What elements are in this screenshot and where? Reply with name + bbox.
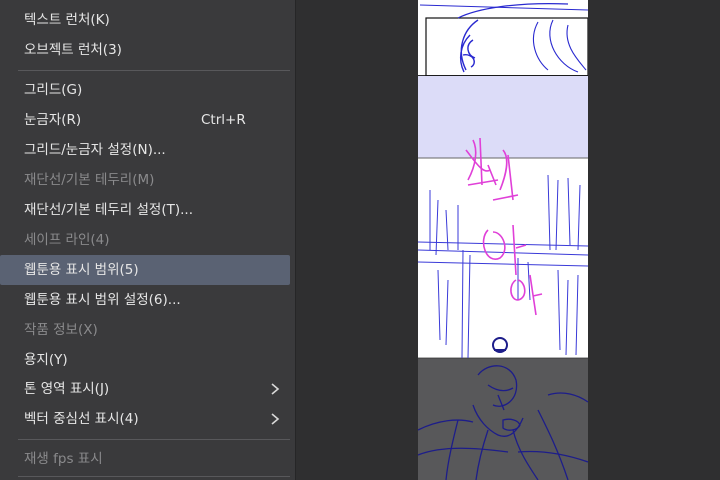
menu-item-label: 작품 정보(X)	[24, 322, 98, 338]
menu-item-label: 그리드/눈금자 설정(N)...	[24, 142, 166, 158]
menu-item-grid-ruler-settings[interactable]: 그리드/눈금자 설정(N)...	[0, 135, 290, 165]
menu-item-label: 웹툰용 표시 범위 설정(6)...	[24, 292, 181, 308]
menu-item-tone-area[interactable]: 톤 영역 표시(J)	[0, 374, 290, 404]
menu-item-paper[interactable]: 용지(Y)	[0, 345, 290, 375]
menu-separator	[18, 476, 290, 477]
chevron-right-icon	[271, 383, 280, 395]
menu-item-safe-line: 세이프 라인(4)	[0, 225, 290, 255]
menu-separator	[18, 70, 290, 71]
menu-item-label: 눈금자(R)	[24, 112, 82, 128]
menu-item-vector-centerline[interactable]: 벡터 중심선 표시(4)	[0, 404, 290, 434]
menu-item-label: 그리드(G)	[24, 82, 83, 98]
menu-item-ruler[interactable]: 눈금자(R) Ctrl+R	[0, 105, 290, 135]
menu-item-webtoon-display-range-settings[interactable]: 웹툰용 표시 범위 설정(6)...	[0, 285, 290, 315]
menu-item-label: 용지(Y)	[24, 352, 68, 368]
chevron-right-icon	[271, 413, 280, 425]
menu-item-label: 벡터 중심선 표시(4)	[24, 411, 139, 427]
menu-item-label: 세이프 라인(4)	[24, 232, 110, 248]
menu-item-label: 재생 fps 표시	[24, 451, 103, 467]
top-panel	[418, 0, 588, 75]
menu-item-label: 재단선/기본 테두리 설정(T)...	[24, 202, 193, 218]
view-menu: 텍스트 런처(K) 오브젝트 런처(3) 그리드(G) 눈금자(R) Ctrl+…	[0, 0, 296, 480]
menu-item-shortcut: Ctrl+R	[201, 112, 246, 128]
menu-item-label: 톤 영역 표시(J)	[24, 381, 110, 397]
menu-item-label: 웹툰용 표시 범위(5)	[24, 262, 139, 278]
canvas-artwork	[418, 0, 588, 480]
webtoon-strip[interactable]	[418, 0, 588, 480]
webtoon-display-range-band	[418, 76, 588, 158]
menu-item-crop-mark: 재단선/기본 테두리(M)	[0, 165, 290, 195]
menu-item-label: 재단선/기본 테두리(M)	[24, 172, 155, 188]
menu-item-label: 오브젝트 런처(3)	[24, 42, 122, 58]
menu-item-crop-mark-settings[interactable]: 재단선/기본 테두리 설정(T)...	[0, 195, 290, 225]
middle-panel	[418, 158, 588, 358]
menu-item-object-launcher[interactable]: 오브젝트 런처(3)	[0, 35, 290, 65]
menu-item-webtoon-display-range[interactable]: 웹툰용 표시 범위(5)	[0, 255, 290, 285]
menu-separator	[18, 439, 290, 440]
menu-item-text-launcher[interactable]: 텍스트 런처(K)	[0, 5, 290, 35]
menu-item-grid[interactable]: 그리드(G)	[0, 75, 290, 105]
canvas-area[interactable]	[297, 0, 720, 480]
menu-item-label: 텍스트 런처(K)	[24, 12, 110, 28]
menu-item-playback-fps: 재생 fps 표시	[0, 444, 290, 474]
menu-item-work-info: 작품 정보(X)	[0, 315, 290, 345]
